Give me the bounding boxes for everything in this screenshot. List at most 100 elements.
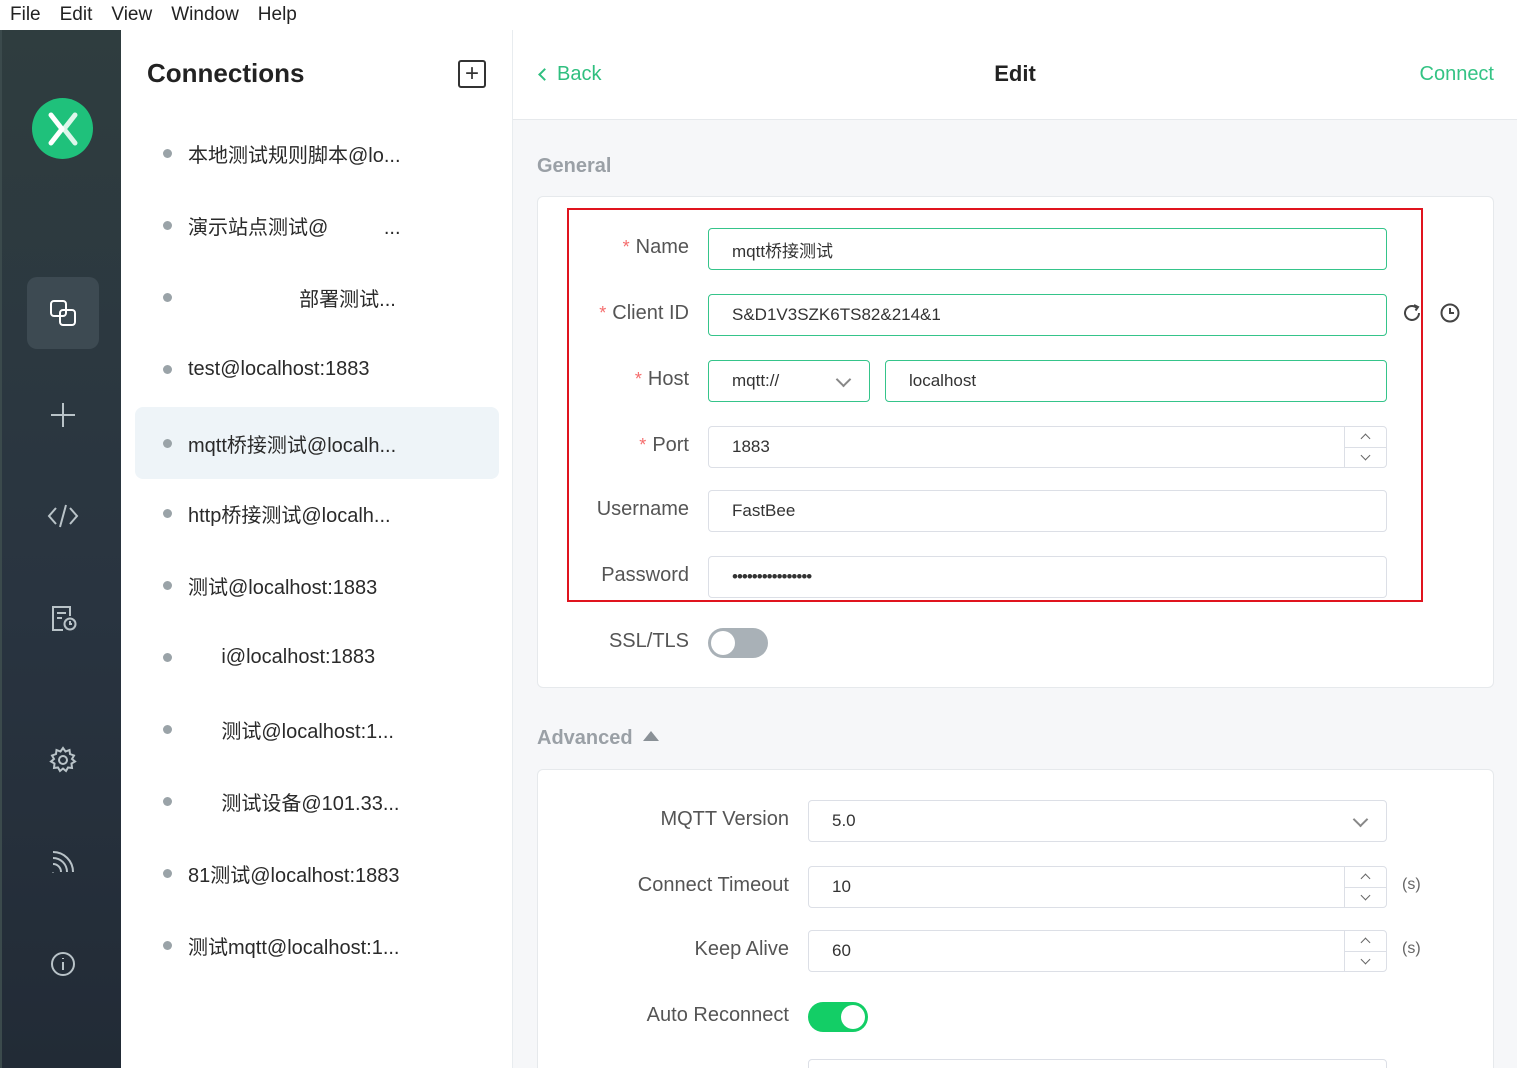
status-dot [163, 940, 172, 950]
status-dot [163, 724, 172, 734]
port-input[interactable]: 1883 [708, 426, 1387, 468]
client-id-input[interactable]: S&D1V3SZK6TS82&214&1 [708, 294, 1387, 336]
increment-button[interactable] [1345, 427, 1386, 447]
menu-window[interactable]: Window [171, 4, 239, 26]
status-dot [163, 868, 172, 878]
port-stepper [1344, 427, 1386, 467]
script-nav-button[interactable] [27, 480, 99, 552]
menu-edit[interactable]: Edit [60, 4, 93, 26]
log-icon [52, 606, 77, 631]
connection-item[interactable]: 演示站点测试@ ... [135, 189, 499, 261]
connection-name: 测试设备@101.33... [188, 792, 400, 815]
connections-panel: Connections + 本地测试规则脚本@lo... 演示站点测试@ ...… [121, 30, 513, 1068]
chevron-down-icon [1352, 811, 1369, 828]
connection-item[interactable]: i@localhost:1883 [135, 621, 499, 693]
info-icon [51, 952, 75, 976]
advanced-section-title[interactable]: Advanced [537, 727, 659, 750]
menu-view[interactable]: View [111, 4, 152, 26]
decrement-button[interactable] [1345, 950, 1386, 972]
keep-alive-unit: (s) [1402, 940, 1421, 957]
decrement-button[interactable] [1345, 886, 1386, 908]
new-connection-nav-button[interactable] [27, 379, 99, 451]
timeout-unit: (s) [1402, 876, 1421, 893]
connections-title: Connections [147, 58, 305, 88]
name-label: * Name [622, 236, 689, 258]
refresh-icon[interactable] [1401, 302, 1423, 329]
page-title: Edit [994, 61, 1036, 86]
connection-item[interactable]: 测试mqtt@localhost:1... [135, 909, 499, 981]
connection-name: 演示站点测试@ ... [188, 216, 401, 239]
connection-item[interactable]: 部署测试... [135, 261, 499, 333]
connections-icon [50, 300, 76, 326]
about-nav-button[interactable] [27, 928, 99, 1000]
code-icon [47, 504, 79, 528]
status-dot [163, 220, 172, 230]
settings-nav-button[interactable] [27, 724, 99, 796]
connection-name: 测试mqtt@localhost:1... [188, 936, 400, 959]
connection-name: i@localhost:1883 [188, 645, 376, 668]
settings-icon [49, 746, 77, 773]
connection-name: 81测试@localhost:1883 [188, 864, 400, 887]
feed-icon [52, 851, 74, 873]
menu-help[interactable]: Help [258, 4, 297, 26]
client-id-label: * Client ID [599, 302, 689, 324]
connection-item-selected[interactable]: mqtt桥接测试@localh... [135, 407, 499, 479]
toggle-knob [711, 631, 735, 655]
increment-button[interactable] [1345, 867, 1386, 887]
connect-timeout-value: 10 [832, 877, 851, 896]
keep-alive-label: Keep Alive [694, 938, 789, 960]
connection-item[interactable]: test@localhost:1883 [135, 333, 499, 405]
chevron-down-icon [835, 371, 852, 388]
protocol-select[interactable]: mqtt:// [708, 360, 870, 402]
subscribe-nav-button[interactable] [27, 826, 99, 898]
add-connection-button[interactable]: + [458, 60, 486, 88]
connections-nav-button[interactable] [27, 277, 99, 349]
connection-item[interactable]: 本地测试规则脚本@lo... [135, 117, 499, 189]
password-label: Password [601, 564, 689, 586]
toggle-knob [841, 1005, 865, 1029]
name-input[interactable]: mqtt桥接测试 [708, 228, 1387, 270]
auto-reconnect-label: Auto Reconnect [646, 1004, 789, 1026]
history-icon[interactable] [1439, 302, 1461, 329]
connect-button[interactable]: Connect [1420, 63, 1495, 86]
icon-rail [0, 30, 121, 1068]
ssl-label: SSL/TLS [608, 630, 689, 652]
keep-alive-stepper [1344, 931, 1386, 971]
chevron-down-icon [1360, 890, 1371, 901]
general-card: * Name mqtt桥接测试 * Client ID S&D1V3SZK6TS82… [537, 196, 1494, 688]
status-dot [163, 364, 172, 374]
mqtt-version-label: MQTT Version [660, 808, 789, 830]
connection-name: 本地测试规则脚本@lo... [188, 144, 401, 167]
connection-item[interactable]: 测试@localhost:1... [135, 693, 499, 765]
plus-icon [51, 403, 75, 427]
connection-item[interactable]: 测试@localhost:1883 [135, 549, 499, 621]
connection-item[interactable]: 81测试@localhost:1883 [135, 837, 499, 909]
increment-button[interactable] [1345, 931, 1386, 951]
chevron-up-icon [1360, 873, 1371, 884]
next-field-input[interactable] [808, 1059, 1387, 1068]
advanced-card: MQTT Version 5.0 Connect Timeout 10 (s) … [537, 769, 1494, 1068]
menu-file[interactable]: File [10, 4, 41, 26]
edit-header: Back Edit Connect [513, 30, 1517, 120]
connect-timeout-input[interactable]: 10 [808, 866, 1387, 908]
chevron-up-icon [1360, 937, 1371, 948]
keep-alive-input[interactable]: 60 [808, 930, 1387, 972]
caret-up-icon [642, 731, 659, 741]
chevron-down-icon [1360, 954, 1371, 965]
connection-item[interactable]: http桥接测试@localh... [135, 477, 499, 549]
connection-item[interactable]: 测试设备@101.33... [135, 765, 499, 837]
status-dot [163, 148, 172, 158]
ssl-toggle[interactable] [708, 628, 768, 658]
connection-name: test@localhost:1883 [188, 357, 370, 380]
port-label: * Port [639, 434, 689, 456]
auto-reconnect-toggle[interactable] [808, 1002, 868, 1032]
password-input[interactable]: •••••••••••••••• [708, 556, 1387, 598]
username-input[interactable]: FastBee [708, 490, 1387, 532]
log-nav-button[interactable] [27, 582, 99, 654]
mqtt-version-select[interactable]: 5.0 [808, 800, 1387, 842]
keep-alive-value: 60 [832, 941, 851, 960]
general-section-title: General [537, 155, 612, 177]
host-input[interactable]: localhost [885, 360, 1387, 402]
decrement-button[interactable] [1345, 446, 1386, 468]
status-dot [163, 580, 172, 590]
